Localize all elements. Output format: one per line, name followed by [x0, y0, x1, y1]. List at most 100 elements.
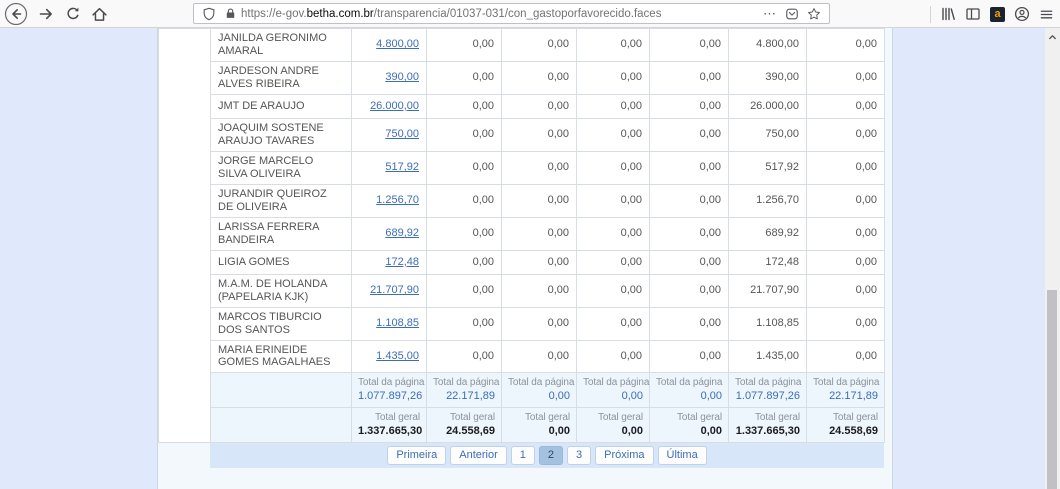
amount-link[interactable]: 4.800,00	[376, 38, 419, 50]
pagination-button[interactable]: 3	[567, 446, 591, 465]
value-cell: 0,00	[650, 184, 729, 217]
amount-cell: 26.000,00	[352, 94, 427, 118]
scrollbar-thumb[interactable]	[1047, 290, 1057, 489]
vertical-scrollbar[interactable]	[1045, 28, 1060, 489]
account-icon	[1014, 6, 1030, 22]
payee-name: JOAQUIM SOSTENE ARAUJO TAVARES	[211, 118, 352, 151]
amount-link[interactable]: 750,00	[385, 128, 419, 140]
value-cell: 0,00	[502, 340, 577, 373]
total-value: 0,00	[656, 425, 722, 438]
pagination-current-page[interactable]: 2	[539, 446, 563, 465]
home-button[interactable]	[86, 1, 112, 27]
shield-icon	[202, 7, 216, 21]
table-row: MARIA ERINEIDE GOMES MAGALHAES1.435,000,…	[159, 340, 885, 373]
total-value: 22.171,89	[433, 390, 495, 403]
url-text: https://e-gov.betha.com.br/transparencia…	[241, 8, 758, 20]
menu-button[interactable]	[1039, 7, 1054, 22]
reload-button[interactable]	[60, 1, 86, 27]
value-cell: 1.108,85	[729, 307, 807, 340]
value-cell: 0,00	[577, 274, 650, 307]
value-cell: 0,00	[427, 250, 502, 274]
amount-link[interactable]: 21.707,90	[370, 284, 419, 296]
total-value: 24.558,69	[813, 425, 878, 438]
url-bar[interactable]: https://e-gov.betha.com.br/transparencia…	[193, 3, 830, 24]
value-cell: 0,00	[650, 151, 729, 184]
value-cell: 0,00	[807, 274, 885, 307]
payee-name: JURANDIR QUEIROZ DE OLIVEIRA	[211, 184, 352, 217]
amount-link[interactable]: 172,48	[385, 256, 419, 268]
value-cell: 0,00	[650, 61, 729, 94]
value-cell: 0,00	[577, 217, 650, 250]
library-button[interactable]	[940, 6, 956, 22]
total-cell: Total geral24.558,69	[427, 408, 502, 443]
lock-icon	[224, 7, 237, 20]
pagination-button[interactable]: Próxima	[595, 446, 653, 465]
pagination-bar: PrimeiraAnterior123Próxima Última	[210, 443, 884, 468]
value-cell: 0,00	[650, 29, 729, 62]
value-cell: 0,00	[807, 217, 885, 250]
amount-cell: 1.256,70	[352, 184, 427, 217]
chevron-up-icon	[1047, 32, 1058, 43]
value-cell: 0,00	[650, 307, 729, 340]
amount-link[interactable]: 1.256,70	[376, 194, 419, 206]
value-cell: 26.000,00	[729, 94, 807, 118]
value-cell: 0,00	[577, 250, 650, 274]
total-cell: Total da página1.077.897,26	[352, 373, 427, 408]
value-cell: 0,00	[577, 29, 650, 62]
amount-link[interactable]: 1.108,85	[376, 317, 419, 329]
total-value: 1.337.665,30	[358, 425, 420, 438]
value-cell: 517,92	[729, 151, 807, 184]
reload-icon	[65, 6, 81, 22]
totals-empty-cell	[211, 408, 352, 443]
value-cell: 750,00	[729, 118, 807, 151]
total-cell: Total geral24.558,69	[807, 408, 885, 443]
value-cell: 0,00	[502, 250, 577, 274]
scroll-up-button[interactable]	[1046, 30, 1059, 44]
value-cell: 0,00	[427, 184, 502, 217]
amount-link[interactable]: 26.000,00	[370, 100, 419, 112]
toolbar-right-icons: a	[930, 0, 1054, 28]
amount-link[interactable]: 689,92	[385, 227, 419, 239]
amount-link[interactable]: 517,92	[385, 161, 419, 173]
total-label: Total geral	[433, 412, 495, 424]
table-row: JORGE MARCELO SILVA OLIVEIRA517,920,000,…	[159, 151, 885, 184]
url-protocol: https://e-gov.	[241, 8, 307, 20]
payee-name: JMT DE ARAUJO	[211, 94, 352, 118]
value-cell: 0,00	[427, 340, 502, 373]
value-cell: 0,00	[577, 118, 650, 151]
value-cell: 0,00	[427, 217, 502, 250]
value-cell: 0,00	[502, 29, 577, 62]
toolbar-separator	[930, 6, 931, 23]
sidebar-toggle-button[interactable]	[965, 6, 981, 22]
page-actions-button[interactable]: ⋯	[758, 6, 781, 22]
value-cell: 0,00	[807, 151, 885, 184]
total-value: 0,00	[583, 425, 643, 438]
table-row: JURANDIR QUEIROZ DE OLIVEIRA 1.256,70 0,00…	[159, 184, 885, 217]
payee-name: M.A.M. DE HOLANDA (PAPELARIA KJK)	[211, 274, 352, 307]
https-lock-icon[interactable]	[220, 7, 241, 20]
amount-cell: 4.800,00	[352, 29, 427, 62]
value-cell: 1.435,00	[729, 340, 807, 373]
value-cell: 390,00	[729, 61, 807, 94]
amount-link[interactable]: 1.435,00	[376, 350, 419, 362]
value-cell: 0,00	[577, 184, 650, 217]
pagination-button[interactable]: Anterior	[450, 446, 507, 465]
total-cell: Total geral1.337.665,30	[729, 408, 807, 443]
account-button[interactable]	[1014, 6, 1030, 22]
back-button[interactable]	[3, 1, 29, 27]
value-cell: 0,00	[427, 29, 502, 62]
tracking-protection-shield-icon[interactable]	[198, 7, 220, 21]
pagination-button[interactable]: Primeira	[387, 446, 446, 465]
amount-cell: 517,92	[352, 151, 427, 184]
forward-button[interactable]	[33, 1, 59, 27]
total-label: Total geral	[656, 412, 722, 424]
table-row: JANILDA GERONIMO AMARAL4.800,000,000,000…	[159, 29, 885, 62]
pagination-button[interactable]: 1	[511, 446, 535, 465]
content-area: JANILDA GERONIMO AMARAL4.800,000,000,000…	[157, 28, 893, 489]
bookmark-star-button[interactable]	[803, 7, 825, 21]
pocket-button[interactable]	[781, 7, 803, 21]
amount-link[interactable]: 390,00	[385, 71, 419, 83]
pagination-button[interactable]: Última	[658, 446, 707, 465]
amazon-extension-button[interactable]: a	[990, 7, 1005, 22]
value-cell: 0,00	[502, 217, 577, 250]
